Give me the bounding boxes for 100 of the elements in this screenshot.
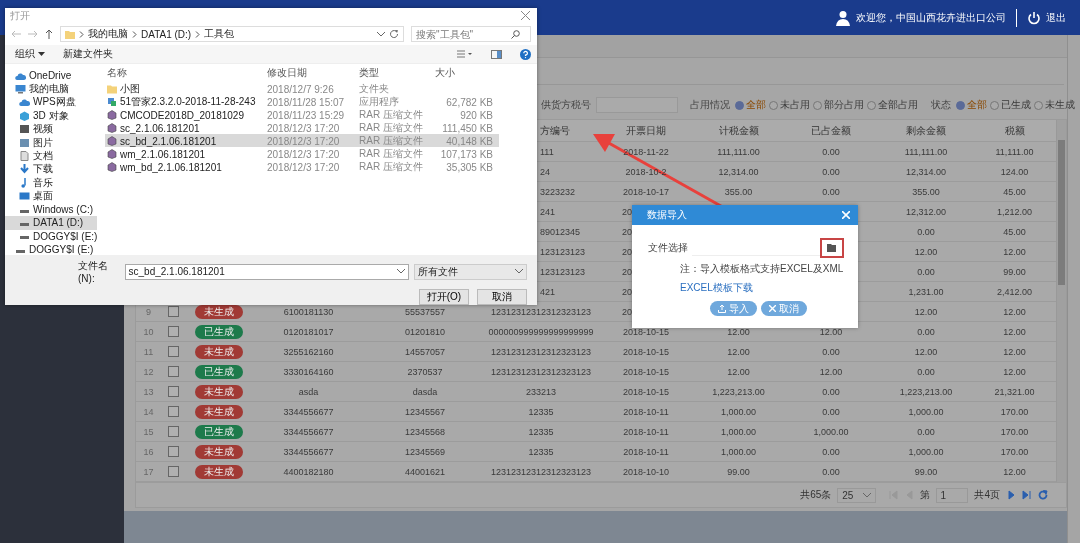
file-row[interactable]: wm_bd_2.1.06.181201 2018/12/3 17:20 RAR 压缩文件 35,305 KB: [105, 160, 499, 173]
address-bar[interactable]: 我的电脑 DATA1 (D:) 工具包: [60, 26, 404, 42]
close-icon[interactable]: [521, 11, 530, 20]
row-checkbox[interactable]: [168, 426, 179, 437]
table-cell: 2018-10-17: [622, 186, 669, 197]
chevron-down-icon[interactable]: [377, 31, 385, 37]
table-cell: 2018-10-15: [622, 326, 669, 337]
column-header[interactable]: 修改日期: [267, 66, 359, 80]
page-size-select[interactable]: 25: [837, 487, 877, 503]
file-name: wm_bd_2.1.06.181201: [120, 161, 222, 173]
row-checkbox[interactable]: [168, 366, 179, 377]
column-header: 税额: [1004, 123, 1025, 138]
row-checkbox[interactable]: [168, 326, 179, 337]
breadcrumb[interactable]: 工具包: [204, 27, 235, 41]
row-checkbox[interactable]: [168, 446, 179, 457]
row-number: 13: [143, 386, 154, 397]
file-date: 2018/12/3 17:20: [267, 148, 341, 160]
usage-radio[interactable]: 未占用: [769, 98, 810, 112]
template-download-link[interactable]: EXCEL模板下载: [680, 281, 858, 295]
cancel-button[interactable]: 取消: [477, 289, 527, 305]
status-radio[interactable]: 未生成: [1034, 98, 1075, 112]
up-icon[interactable]: [45, 29, 53, 39]
file-type-select[interactable]: 所有文件: [414, 263, 527, 280]
table-cell: 3330164160: [283, 366, 334, 377]
table-cell: 111,111.00: [717, 146, 760, 157]
file-row[interactable]: 51管家2.3.2.0-2018-11-28-243 2018/11/28 15:07 应用程序 62,782 KB: [105, 95, 499, 108]
row-checkbox[interactable]: [168, 386, 179, 397]
table-cell: 20: [622, 246, 632, 257]
table-cell: 24: [540, 166, 550, 177]
refresh-icon[interactable]: [389, 29, 399, 39]
organize-menu[interactable]: 组织: [15, 47, 45, 61]
filename-field[interactable]: sc_bd_2.1.06.181201: [124, 263, 410, 280]
file-name: sc_2.1.06.181201: [120, 122, 200, 134]
next-page-icon[interactable]: [1006, 490, 1016, 500]
table-cell: 2018-10-15: [622, 346, 669, 357]
table-cell: 20: [622, 286, 632, 297]
navigation-item[interactable]: 桌面: [5, 189, 98, 203]
file-row[interactable]: sc_bd_2.1.06.181201 2018/12/3 17:20 RAR 压缩文件 40,148 KB: [105, 134, 499, 147]
file-row[interactable]: wm_2.1.06.181201 2018/12/3 17:20 RAR 压缩文件 107,173 KB: [105, 147, 499, 160]
table-cell: 1,000.00: [908, 406, 944, 417]
open-button[interactable]: 打开(O): [419, 289, 469, 305]
navigation-item[interactable]: Windows (C:): [5, 202, 98, 217]
table-cell: 170.00: [1000, 446, 1029, 457]
chevron-right-icon: [132, 30, 137, 38]
status-radio[interactable]: 已生成: [990, 98, 1031, 112]
navigation-item[interactable]: 视频: [5, 122, 98, 136]
navigation-item[interactable]: 文档: [5, 149, 98, 163]
file-type: RAR 压缩文件: [359, 160, 424, 174]
table-cell: 14557057: [404, 346, 445, 357]
file-row[interactable]: CMCODE2018D_20181029 2018/11/23 15:29 RAR 压缩文件 920 KB: [105, 108, 499, 121]
table-cell: 241: [540, 206, 556, 217]
navigation-item[interactable]: 图片: [5, 135, 98, 150]
file-row[interactable]: sc_2.1.06.181201 2018/12/3 17:20 RAR 压缩文件 111,450 KB: [105, 121, 499, 134]
row-checkbox[interactable]: [168, 406, 179, 417]
table-cell: 4400182180: [283, 466, 334, 477]
scrollbar[interactable]: [1056, 120, 1066, 482]
folder-icon: [827, 244, 837, 252]
navigation-item[interactable]: 3D 对象: [5, 109, 98, 123]
breadcrumb[interactable]: 我的电脑: [88, 27, 128, 41]
navigation-item[interactable]: DOGGY$I (E:): [5, 229, 98, 244]
table-cell: 89012345: [540, 226, 581, 237]
search-field[interactable]: 搜索"工具包": [411, 26, 531, 42]
page-count: 共4页: [974, 488, 1000, 502]
file-type: RAR 压缩文件: [359, 134, 424, 148]
table-cell: 11,111.00: [995, 146, 1034, 157]
file-type: 应用程序: [359, 95, 400, 109]
navigation-item[interactable]: 我的电脑: [5, 82, 98, 96]
view-options-icon[interactable]: [457, 50, 473, 58]
forward-icon[interactable]: [28, 30, 38, 38]
navigation-item[interactable]: 下载: [5, 162, 98, 177]
navigation-item[interactable]: WPS网盘: [5, 95, 98, 110]
navigation-item[interactable]: OneDrive: [5, 69, 98, 83]
breadcrumb[interactable]: DATA1 (D:): [141, 28, 192, 40]
refresh-icon[interactable]: [1038, 490, 1048, 500]
file-size: 920 KB: [460, 109, 493, 121]
navigation-item[interactable]: DATA1 (D:): [5, 216, 98, 230]
column-header[interactable]: 大小: [435, 66, 493, 80]
page-field[interactable]: 1: [936, 487, 969, 503]
help-icon[interactable]: [520, 48, 531, 60]
logout-link[interactable]: 退出: [1027, 10, 1066, 25]
row-checkbox[interactable]: [168, 306, 179, 317]
navigation-item[interactable]: DOGGY$I (E:): [5, 243, 98, 257]
usage-radio[interactable]: 全部占用: [867, 98, 918, 112]
table-cell: 21,321.00: [994, 386, 1035, 397]
usage-radio[interactable]: 部分占用: [813, 98, 864, 112]
navigation-item[interactable]: 音乐: [5, 176, 98, 190]
new-folder-button[interactable]: 新建文件夹: [62, 47, 113, 61]
back-icon[interactable]: [11, 30, 21, 38]
last-page-icon[interactable]: [1022, 490, 1032, 500]
column-header[interactable]: 名称: [107, 66, 267, 80]
table-cell: 99.00: [1003, 266, 1026, 277]
column-header[interactable]: 类型: [359, 66, 435, 80]
browse-button[interactable]: [820, 238, 844, 258]
preview-pane-icon[interactable]: [491, 49, 502, 59]
table-cell: 12.00: [914, 246, 938, 257]
chevron-down-icon: [397, 269, 406, 274]
row-checkbox[interactable]: [168, 466, 179, 477]
file-row[interactable]: 小图 2018/12/7 9:26 文件夹: [105, 82, 499, 95]
column-header: 剩余金额: [906, 123, 946, 138]
row-checkbox[interactable]: [168, 346, 179, 357]
